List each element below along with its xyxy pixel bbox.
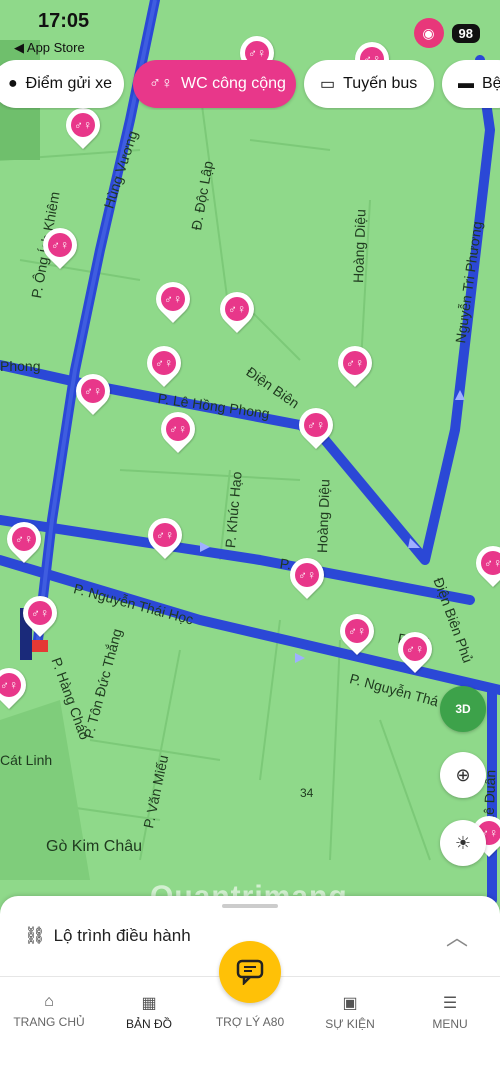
- chip-bus-route[interactable]: ▭ Tuyến bus: [304, 60, 434, 108]
- restroom-icon: ♂♀: [12, 527, 36, 551]
- chevron-up-icon[interactable]: ︿: [446, 920, 468, 952]
- nav-home[interactable]: ⌂ TRANG CHỦ: [4, 993, 94, 1029]
- label-hoang-dieu-top: Hoàng Diệu: [350, 208, 369, 284]
- restroom-pin[interactable]: ♂♀: [468, 538, 500, 588]
- restroom-pin[interactable]: ♂♀: [0, 514, 49, 564]
- battery-indicator: 98: [451, 23, 480, 43]
- restroom-icon: ♂♀: [161, 287, 185, 311]
- back-to-app-store[interactable]: ◀ App Store: [14, 40, 85, 56]
- map-icon: ▦: [141, 995, 157, 1012]
- brightness-button[interactable]: ☀: [440, 820, 486, 866]
- restroom-icon: ♂♀: [343, 351, 367, 375]
- nav-events[interactable]: ▣ SỰ KIỆN: [305, 993, 395, 1031]
- restroom-icon: ♂♀: [153, 523, 177, 547]
- restroom-pin[interactable]: ♂♀: [153, 404, 203, 454]
- sheet-handle[interactable]: [222, 904, 278, 908]
- bus-icon: ▭: [320, 76, 336, 93]
- status-bar: 17:05 ◀ App Store ◉ 98: [0, 0, 500, 60]
- chip-public-wc[interactable]: ♂♀ WC công cộng: [133, 60, 296, 108]
- menu-icon: ☰: [442, 995, 458, 1012]
- restroom-pin[interactable]: ♂♀: [35, 220, 85, 270]
- restroom-pin[interactable]: ♂♀: [15, 588, 65, 638]
- label-hoang-dieu-mid: Hoàng Diệu: [314, 478, 333, 554]
- cube-3d-icon: 3D: [455, 702, 471, 716]
- restroom-icon: ♂♀: [304, 413, 328, 437]
- restroom-pin[interactable]: ♂♀: [390, 624, 440, 674]
- locate-me-button[interactable]: ⊕: [440, 752, 486, 798]
- restroom-icon: ♂♀: [166, 417, 190, 441]
- restroom-pin[interactable]: ♂♀: [291, 400, 341, 450]
- restroom-icon: ♂♀: [81, 379, 105, 403]
- restroom-icon: ♂♀: [149, 75, 173, 92]
- restroom-icon: ♂♀: [481, 551, 500, 575]
- restroom-icon: ♂♀: [403, 637, 427, 661]
- status-time: 17:05: [38, 10, 90, 32]
- view-3d-button[interactable]: 3D: [440, 686, 486, 732]
- restroom-pin[interactable]: ♂♀: [148, 274, 198, 324]
- chat-icon: [236, 959, 264, 985]
- label-go-kim-chau: Gò Kim Châu: [46, 838, 143, 855]
- label-phong: Phong: [0, 358, 41, 374]
- chip-parking[interactable]: ● Điểm gửi xe: [0, 60, 124, 108]
- restroom-pin[interactable]: ♂♀: [58, 100, 108, 150]
- restroom-pin[interactable]: ♂♀: [68, 366, 118, 416]
- sun-icon: ☀: [454, 832, 472, 853]
- restroom-pin[interactable]: ♂♀: [330, 338, 380, 388]
- assistant-chat-button[interactable]: [219, 941, 281, 1003]
- crosshair-icon: ⊕: [455, 764, 471, 785]
- restroom-icon: ♂♀: [152, 351, 176, 375]
- calendar-icon: ▣: [342, 995, 358, 1012]
- wifi-icon: ◉: [413, 18, 444, 48]
- label-cat-linh: Cát Linh: [0, 752, 53, 768]
- route-icon: ⛓: [24, 926, 46, 945]
- restroom-pin[interactable]: ♂♀: [282, 550, 332, 600]
- nav-assistant[interactable]: TRỢ LÝ A80: [205, 1015, 295, 1029]
- restroom-pin[interactable]: ♂♀: [332, 606, 382, 656]
- restroom-icon: ♂♀: [71, 113, 95, 137]
- nav-map[interactable]: ▦ BẢN ĐỒ: [104, 993, 194, 1031]
- restroom-pin[interactable]: ♂♀: [0, 660, 34, 710]
- restroom-icon: ♂♀: [345, 619, 369, 643]
- label-34: 34: [300, 786, 314, 800]
- chip-bed[interactable]: ▬ Bệ: [442, 60, 500, 108]
- filter-chips: ● Điểm gửi xe ♂♀ WC công cộng ▭ Tuyến bu…: [0, 60, 500, 110]
- restroom-icon: ♂♀: [225, 297, 249, 321]
- restroom-icon: ♂♀: [48, 233, 72, 257]
- restroom-pin[interactable]: ♂♀: [139, 338, 189, 388]
- parking-icon: ●: [8, 75, 18, 92]
- bed-icon: ▬: [458, 75, 474, 92]
- home-icon: ⌂: [44, 993, 54, 1010]
- restroom-pin[interactable]: ♂♀: [212, 284, 262, 334]
- restroom-icon: ♂♀: [295, 563, 319, 587]
- restroom-icon: ♂♀: [28, 601, 52, 625]
- nav-menu[interactable]: ☰ MENU: [405, 993, 495, 1031]
- restroom-pin[interactable]: ♂♀: [140, 510, 190, 560]
- sheet-title: Lộ trình điều hành: [53, 926, 191, 945]
